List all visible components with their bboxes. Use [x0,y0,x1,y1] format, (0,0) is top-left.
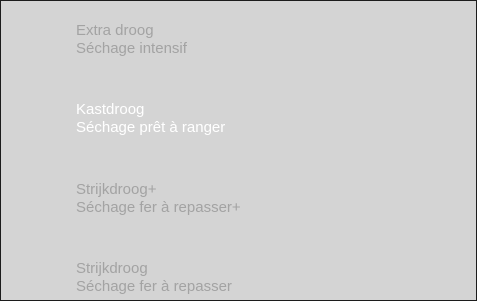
option-label-fr: Séchage intensif [76,40,187,57]
option-strijkdroog[interactable]: Strijkdroog Séchage fer à repasser [76,260,232,296]
option-label-nl: Strijkdroog+ [76,181,157,198]
option-label-fr: Séchage fer à repasser [76,278,232,295]
option-label-nl: Extra droog [76,22,154,39]
option-label-fr: Séchage prêt à ranger [76,119,226,136]
option-strijkdroog-plus[interactable]: Strijkdroog+ Séchage fer à repasser+ [76,181,241,217]
option-kastdroog[interactable]: Kastdroog Séchage prêt à ranger [76,101,225,137]
option-extra-droog[interactable]: Extra droog Séchage intensif [76,22,187,58]
option-label-nl: Kastdroog [76,101,145,118]
option-label-fr: Séchage fer à repasser+ [76,199,241,216]
option-label-nl: Strijkdroog [76,260,148,277]
dryness-level-menu: Extra droog Séchage intensif Kastdroog S… [0,0,477,301]
